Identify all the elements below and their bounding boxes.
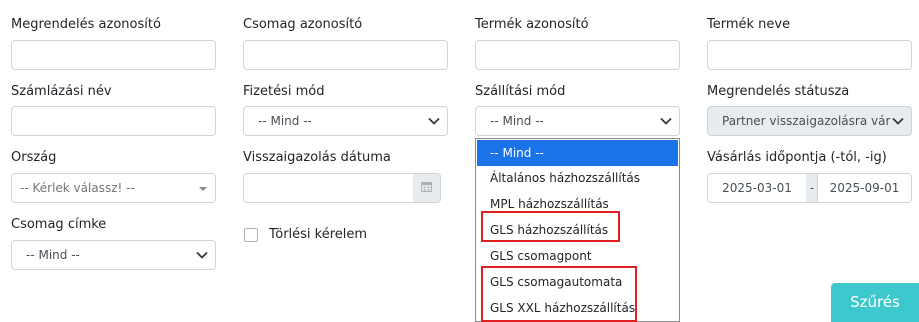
country-select[interactable]: -- Kérlek válassz! -- <box>11 173 216 203</box>
filter-button[interactable]: Szűrés <box>831 283 919 322</box>
chevron-down-icon <box>659 107 673 135</box>
purchase-date-to[interactable]: 2025-09-01 <box>817 173 912 203</box>
country-label: Ország <box>11 150 57 165</box>
order-status-select[interactable]: Partner visszaigazolásra vár <box>707 106 912 136</box>
country-placeholder: -- Kérlek válassz! -- <box>20 181 135 195</box>
order-status-value: Partner visszaigazolásra vár <box>722 114 891 128</box>
dropdown-option[interactable]: Általános házhozszállítás <box>477 165 678 191</box>
package-id-input[interactable] <box>243 40 448 70</box>
delete-request-checkbox[interactable] <box>244 228 258 242</box>
product-id-input[interactable] <box>475 40 680 70</box>
highlight-box-gls-locker-xxl <box>481 266 637 322</box>
shipping-method-value: -- Mind -- <box>490 114 544 128</box>
highlight-box-gls-home <box>481 211 620 242</box>
product-id-label: Termék azonosító <box>475 17 589 32</box>
payment-method-label: Fizetési mód <box>243 84 325 99</box>
calendar-button[interactable] <box>413 173 441 203</box>
confirmation-date-label: Visszaigazolás dátuma <box>243 150 391 165</box>
billing-name-input[interactable] <box>11 106 216 136</box>
shipping-method-select[interactable]: -- Mind -- <box>475 106 680 136</box>
package-label-select[interactable]: -- Mind -- <box>11 240 216 270</box>
confirmation-date-input[interactable] <box>243 173 414 203</box>
payment-method-value: -- Mind -- <box>258 114 312 128</box>
order-id-input[interactable] <box>11 40 216 70</box>
caret-down-icon <box>199 187 207 191</box>
dropdown-option[interactable]: -- Mind -- <box>477 140 678 166</box>
calendar-icon <box>421 181 432 196</box>
purchase-date-from[interactable]: 2025-03-01 <box>707 173 807 203</box>
chevron-down-icon <box>427 107 441 135</box>
package-label-value: -- Mind -- <box>26 248 80 262</box>
chevron-down-icon <box>195 241 209 269</box>
shipping-method-label: Szállítási mód <box>475 84 566 99</box>
delete-request-label: Törlési kérelem <box>269 227 368 242</box>
product-name-input[interactable] <box>707 40 912 70</box>
billing-name-label: Számlázási név <box>11 84 112 99</box>
purchase-date-label: Vásárlás időpontja (-tól, -ig) <box>707 150 887 165</box>
package-label-label: Csomag címke <box>11 217 107 232</box>
order-id-label: Megrendelés azonosító <box>11 17 161 32</box>
chevron-down-icon <box>891 107 905 135</box>
product-name-label: Termék neve <box>707 17 791 32</box>
package-id-label: Csomag azonosító <box>243 17 363 32</box>
payment-method-select[interactable]: -- Mind -- <box>243 106 448 136</box>
order-status-label: Megrendelés státusza <box>707 84 850 99</box>
